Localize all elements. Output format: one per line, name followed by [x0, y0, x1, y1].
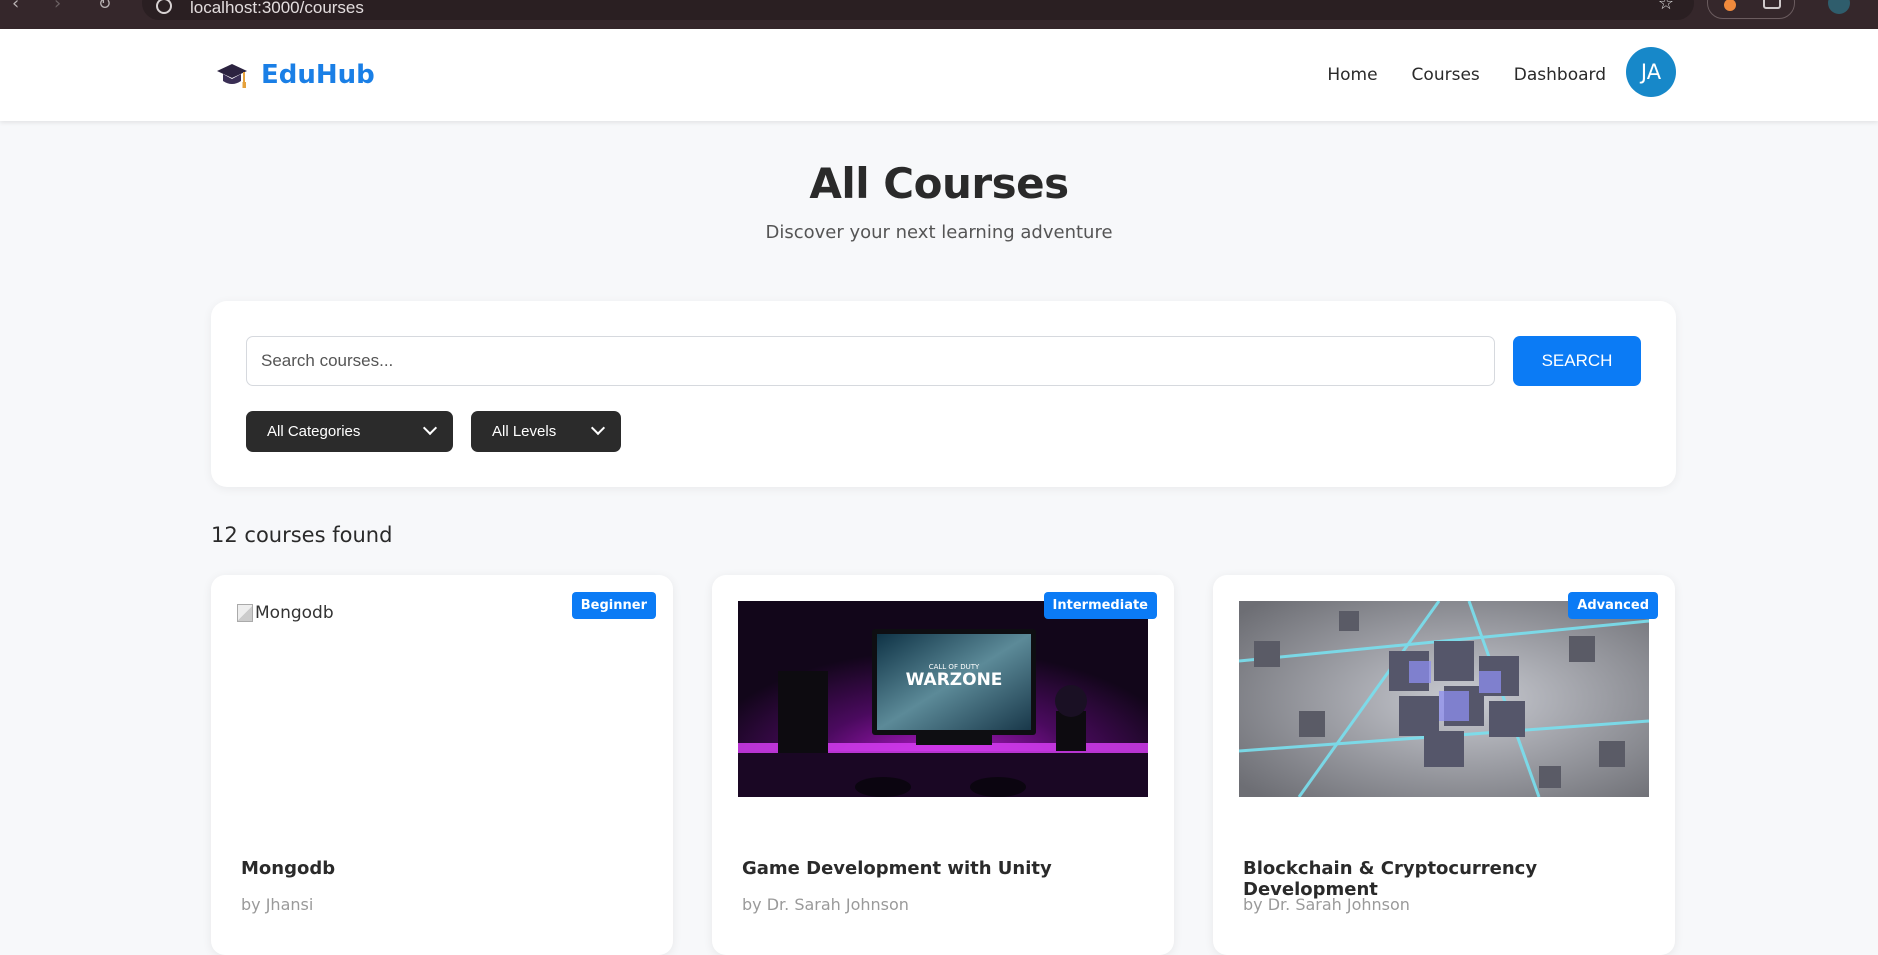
- nav-home-link[interactable]: Home: [1327, 65, 1377, 85]
- category-filter-label: All Categories: [267, 423, 361, 440]
- page-hero: All Courses Discover your next learning …: [0, 121, 1878, 243]
- course-image-alt: Mongodb: [255, 603, 334, 623]
- chevron-down-icon: [590, 420, 606, 436]
- site-header: EduHub Home Courses Dashboard JA: [0, 29, 1878, 121]
- url-text: localhost:3000/courses: [190, 0, 364, 17]
- level-badge: Advanced: [1568, 592, 1658, 619]
- brand-name: EduHub: [261, 60, 375, 90]
- page-subtitle: Discover your next learning adventure: [765, 222, 1113, 243]
- course-image: [1239, 601, 1649, 797]
- main-nav: Home Courses Dashboard JA: [1293, 29, 1676, 121]
- site-info-icon[interactable]: [156, 0, 172, 14]
- browser-profile-icon[interactable]: [1828, 0, 1850, 14]
- broken-image-icon: [237, 604, 253, 622]
- level-badge: Intermediate: [1043, 592, 1157, 619]
- extensions-area[interactable]: [1707, 0, 1795, 19]
- page-title: All Courses: [809, 159, 1069, 208]
- browser-toolbar: ‹ › ↻ localhost:3000/courses ☆: [0, 0, 1878, 29]
- search-button[interactable]: SEARCH: [1513, 336, 1641, 386]
- course-author: by Dr. Sarah Johnson: [1243, 895, 1410, 914]
- level-filter-label: All Levels: [492, 423, 557, 440]
- reload-icon[interactable]: ↻: [98, 0, 111, 13]
- user-avatar[interactable]: JA: [1626, 47, 1676, 97]
- course-image: CALL OF DUTY WARZONE: [738, 601, 1148, 797]
- search-input[interactable]: [246, 336, 1495, 386]
- course-author: by Dr. Sarah Johnson: [742, 895, 909, 914]
- course-card[interactable]: Advanced Blockchain & Cryptocurrency Dev…: [1213, 575, 1675, 955]
- course-card[interactable]: Mongodb Beginner Mongodb by Jhansi: [211, 575, 673, 955]
- bookmark-star-icon[interactable]: ☆: [1658, 0, 1674, 14]
- screen-text-main: WARZONE: [906, 670, 1003, 690]
- nav-dashboard-link[interactable]: Dashboard: [1514, 65, 1606, 85]
- level-badge: Beginner: [571, 592, 656, 619]
- nav-courses-link[interactable]: Courses: [1412, 65, 1480, 85]
- forward-icon[interactable]: ›: [54, 0, 61, 14]
- course-image-broken: Mongodb: [237, 603, 334, 623]
- results-count: 12 courses found: [211, 523, 393, 547]
- search-panel: SEARCH All Categories All Levels: [211, 301, 1676, 487]
- course-card[interactable]: CALL OF DUTY WARZONE Intermediate Game D…: [712, 575, 1174, 955]
- graduation-cap-icon: [217, 64, 247, 88]
- extensions-puzzle-icon[interactable]: [1763, 0, 1781, 9]
- level-filter-select[interactable]: All Levels: [471, 411, 621, 452]
- address-bar[interactable]: localhost:3000/courses ☆: [142, 0, 1694, 20]
- course-author: by Jhansi: [241, 895, 314, 914]
- course-title[interactable]: Blockchain & Cryptocurrency Development: [1243, 858, 1675, 900]
- course-title[interactable]: Mongodb: [241, 858, 335, 879]
- extension-icon[interactable]: [1724, 0, 1736, 11]
- category-filter-select[interactable]: All Categories: [246, 411, 453, 452]
- back-icon[interactable]: ‹: [12, 0, 19, 14]
- brand-logo[interactable]: EduHub: [215, 29, 375, 121]
- course-title[interactable]: Game Development with Unity: [742, 858, 1052, 879]
- chevron-down-icon: [422, 420, 438, 436]
